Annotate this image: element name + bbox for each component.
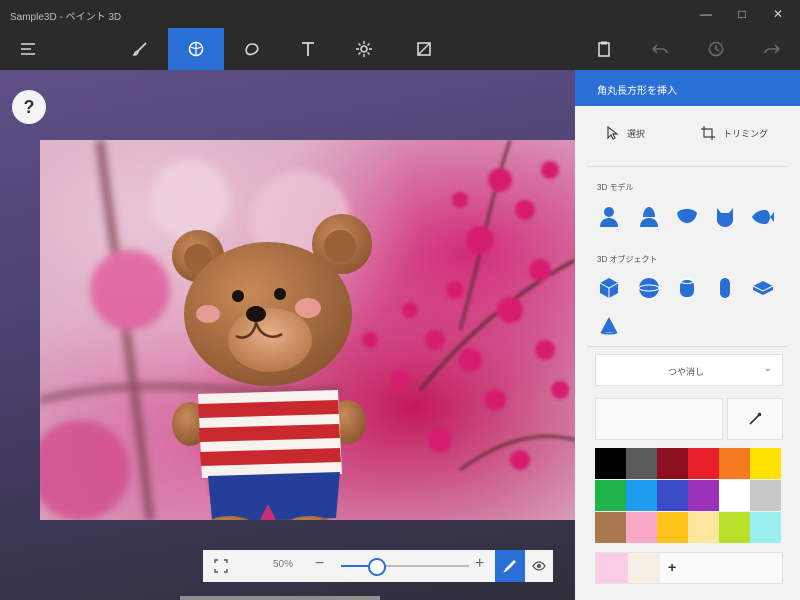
view-3d-button[interactable]: [525, 550, 553, 582]
3d-shapes-button[interactable]: [168, 28, 224, 70]
rounded-box-object-icon[interactable]: [751, 276, 775, 300]
man-model-icon[interactable]: [597, 205, 621, 229]
zoom-slider[interactable]: [341, 558, 469, 576]
zoom-slider-knob[interactable]: [367, 558, 386, 576]
color-swatch[interactable]: [626, 448, 657, 479]
title-bar: Sample3D - ペイント 3D — □ ✕: [0, 0, 800, 28]
redo-button[interactable]: [744, 28, 800, 70]
toolbar: [0, 28, 800, 70]
brushes-button[interactable]: [112, 28, 168, 70]
horizontal-scrollbar[interactable]: [180, 596, 380, 600]
cylinder-object-icon[interactable]: [675, 276, 699, 300]
color-swatch[interactable]: [657, 480, 688, 511]
fish-model-icon[interactable]: [751, 205, 775, 229]
objects-section-label: 3D オブジェクト: [597, 255, 658, 264]
color-swatch[interactable]: [688, 448, 719, 479]
select-icon: [607, 126, 619, 140]
custom-color-swatch[interactable]: [628, 553, 660, 583]
canvas-button[interactable]: [396, 28, 452, 70]
fit-to-screen-icon[interactable]: [213, 558, 229, 574]
color-swatch[interactable]: [595, 512, 626, 543]
paste-icon: [598, 41, 610, 57]
color-swatch[interactable]: [719, 512, 750, 543]
crop-icon: [701, 126, 715, 140]
cat-model-icon[interactable]: [713, 205, 737, 229]
zoom-percent: 50%: [273, 559, 294, 570]
crop-tool[interactable]: トリミング: [701, 126, 768, 140]
cone-object-icon[interactable]: [597, 314, 621, 338]
hamburger-menu-icon: [21, 43, 35, 55]
divider: [587, 166, 787, 167]
color-swatch[interactable]: [626, 512, 657, 543]
custom-color-swatch[interactable]: [596, 553, 628, 583]
custom-colors: +: [595, 552, 783, 584]
canvas-photo[interactable]: [40, 140, 575, 520]
window-title: Sample3D - ペイント 3D: [10, 12, 122, 23]
add-color-button[interactable]: +: [668, 559, 676, 575]
paste-button[interactable]: [576, 28, 632, 70]
effects-button[interactable]: [336, 28, 392, 70]
chevron-down-icon: ⌄: [763, 363, 772, 374]
minimize-button[interactable]: —: [690, 4, 722, 24]
close-button[interactable]: ✕: [762, 4, 794, 24]
pen-icon: [503, 560, 516, 573]
capsule-object-icon[interactable]: [713, 276, 737, 300]
zoom-in-button[interactable]: +: [475, 555, 484, 573]
color-swatch[interactable]: [750, 480, 781, 511]
text-icon: [302, 42, 314, 56]
history-icon: [708, 41, 724, 57]
undo-button[interactable]: [632, 28, 688, 70]
eyedropper-button[interactable]: [727, 398, 783, 440]
color-swatch[interactable]: [750, 512, 781, 543]
sphere-object-icon[interactable]: [637, 276, 661, 300]
panel-title: 角丸長方形を挿入: [597, 86, 677, 97]
pen-mode-button[interactable]: [495, 550, 525, 582]
help-button[interactable]: ?: [12, 90, 46, 124]
3d-shape-icon: [188, 41, 204, 57]
color-swatch[interactable]: [719, 480, 750, 511]
select-tool-label: 選択: [627, 128, 646, 139]
texture-preview[interactable]: [595, 398, 723, 440]
text-button[interactable]: [280, 28, 336, 70]
crop-tool-label: トリミング: [723, 128, 769, 139]
zoom-bar: 50% − +: [203, 550, 553, 582]
material-dropdown[interactable]: つや消し ⌄: [595, 354, 783, 386]
models-section-label: 3D モデル: [597, 183, 634, 192]
dog-model-icon[interactable]: [675, 205, 699, 229]
eye-icon: [532, 561, 546, 571]
2d-shape-icon: [245, 43, 259, 56]
panel-actions: 選択 トリミング: [575, 116, 800, 152]
side-panel: 角丸長方形を挿入 選択 トリミング 3D モデル 3D オブジェクト つや消し …: [575, 70, 800, 600]
divider: [587, 346, 787, 347]
maximize-button[interactable]: □: [726, 4, 758, 24]
eyedropper-icon: [749, 412, 762, 425]
color-swatch[interactable]: [657, 512, 688, 543]
redo-icon: [764, 44, 781, 54]
color-swatch[interactable]: [688, 480, 719, 511]
teddy-bear-3d-model[interactable]: [168, 214, 388, 520]
undo-icon: [651, 44, 668, 54]
effects-icon: [356, 41, 372, 57]
panel-header: 角丸長方形を挿入: [575, 70, 800, 106]
menu-button[interactable]: [0, 28, 56, 70]
2d-shapes-button[interactable]: [224, 28, 280, 70]
cube-object-icon[interactable]: [597, 276, 621, 300]
brush-icon: [132, 42, 147, 56]
history-button[interactable]: [688, 28, 744, 70]
color-swatch[interactable]: [657, 448, 688, 479]
select-tool[interactable]: 選択: [605, 126, 645, 140]
woman-model-icon[interactable]: [637, 205, 661, 229]
color-swatch[interactable]: [688, 512, 719, 543]
color-swatch[interactable]: [719, 448, 750, 479]
color-swatch[interactable]: [595, 448, 626, 479]
color-swatch[interactable]: [750, 448, 781, 479]
canvas-icon: [417, 42, 431, 56]
color-swatch[interactable]: [626, 480, 657, 511]
color-swatch[interactable]: [595, 480, 626, 511]
material-dropdown-value: つや消し: [668, 367, 705, 377]
zoom-out-button[interactable]: −: [315, 555, 324, 573]
